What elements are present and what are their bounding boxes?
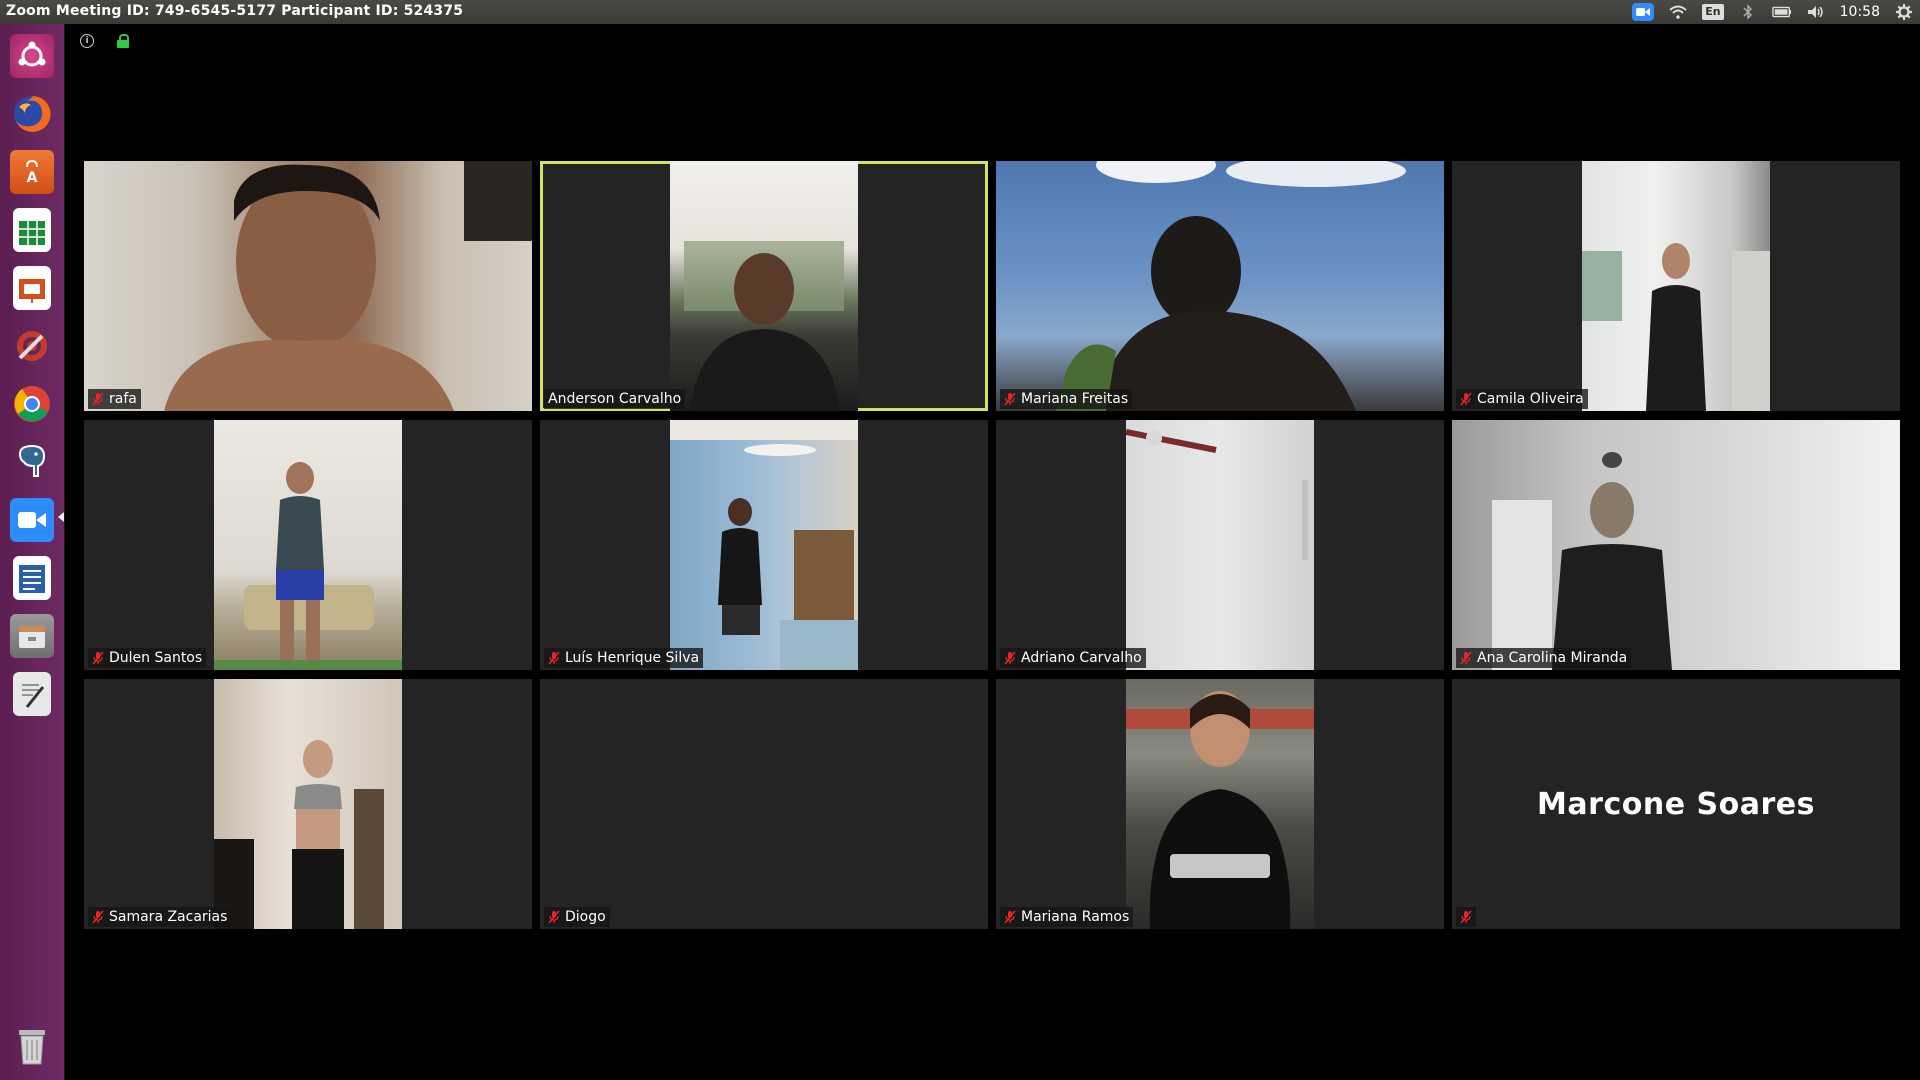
participant-video (1125, 420, 1314, 670)
files-icon[interactable] (6, 610, 58, 662)
top-panel: Zoom Meeting ID: 749-6545-5177 Participa… (0, 0, 1920, 24)
participant-name-tag: Mariana Freitas (1000, 389, 1133, 409)
calc-spreadsheet-icon[interactable] (6, 204, 58, 256)
muted-microphone-icon (1460, 392, 1472, 406)
meeting-info-icon[interactable]: i (80, 34, 94, 48)
gear-icon[interactable] (1894, 3, 1914, 21)
video-frame-ana-carolina (1492, 452, 1672, 670)
clock[interactable]: 10:58 (1840, 4, 1880, 20)
participant-tile-active-speaker[interactable]: Anderson Carvalho (540, 161, 988, 411)
participant-name-tag: Diogo (544, 907, 610, 927)
participant-name: Adriano Carvalho (1021, 650, 1142, 666)
muted-microphone-icon (1004, 910, 1016, 924)
unity-launcher: A (0, 24, 65, 1080)
battery-icon[interactable] (1771, 3, 1792, 21)
participant-name: Mariana Freitas (1021, 391, 1129, 407)
participant-video (214, 679, 402, 929)
gallery-view-grid: rafa Anderson Carvalho Mariana Freitas C… (84, 161, 1900, 929)
participant-name: Luís Henrique Silva (565, 650, 700, 666)
video-frame-mariana-freitas (1056, 161, 1406, 411)
video-frame-samara (214, 740, 384, 929)
participant-tile[interactable]: Samara Zacarias (84, 679, 532, 929)
muted-microphone-icon (92, 651, 104, 665)
participant-tile-video-off[interactable]: Marcone Soares (1452, 679, 1900, 929)
participant-name: Diogo (565, 909, 606, 925)
keyboard-layout-indicator[interactable]: En (1702, 4, 1724, 20)
participant-tile[interactable]: Diogo (540, 679, 988, 929)
ubuntu-dash-icon[interactable] (6, 30, 58, 82)
zoom-icon[interactable] (6, 494, 58, 546)
participant-name: Mariana Ramos (1021, 909, 1130, 925)
participant-name-tag: Samara Zacarias (88, 907, 232, 927)
text-editor-icon[interactable] (6, 668, 58, 720)
software-center-icon[interactable]: A (6, 146, 58, 198)
svg-text:A: A (27, 170, 38, 186)
meeting-info-bar: i (80, 34, 130, 48)
active-app-indicator (58, 512, 64, 522)
system-tray: En 10:58 (1632, 2, 1914, 22)
participant-video (670, 420, 858, 670)
participant-name: rafa (109, 391, 137, 407)
participant-name: Samara Zacarias (109, 909, 228, 925)
wifi-icon[interactable] (1668, 3, 1688, 21)
participant-name-tag: Camila Oliveira (1456, 389, 1588, 409)
participant-name-tag: Dulen Santos (88, 648, 207, 668)
participant-name-tag: rafa (88, 389, 141, 409)
participant-video (214, 420, 402, 670)
writer-document-icon[interactable] (6, 552, 58, 604)
system-settings-icon[interactable] (6, 320, 58, 372)
video-frame-anderson (684, 241, 844, 411)
muted-microphone-icon (92, 910, 104, 924)
participant-tile[interactable]: Camila Oliveira (1452, 161, 1900, 411)
muted-microphone-icon (1460, 910, 1472, 924)
participant-name-tag: Anderson Carvalho (544, 389, 686, 409)
impress-presentation-icon[interactable] (6, 262, 58, 314)
trash-icon[interactable] (6, 1020, 58, 1072)
video-frame-rafa (164, 161, 532, 411)
participant-display-name: Marcone Soares (1537, 786, 1815, 822)
participant-name: Dulen Santos (109, 650, 203, 666)
participant-tile[interactable]: Luís Henrique Silva (540, 420, 988, 670)
encryption-lock-icon[interactable] (116, 34, 130, 48)
muted-microphone-icon (92, 392, 104, 406)
participant-name: Ana Carolina Miranda (1477, 650, 1628, 666)
participant-name-tag: Adriano Carvalho (1000, 648, 1146, 668)
participant-name: Anderson Carvalho (548, 391, 682, 407)
participant-name-tag: Mariana Ramos (1000, 907, 1134, 927)
participant-name: Camila Oliveira (1477, 391, 1584, 407)
participant-tile[interactable]: Adriano Carvalho (996, 420, 1444, 670)
participant-tile[interactable]: Ana Carolina Miranda (1452, 420, 1900, 670)
video-frame-camila (1582, 243, 1770, 411)
zoom-tray-icon[interactable] (1632, 3, 1655, 21)
muted-microphone-icon (548, 910, 560, 924)
participant-name-tag: Ana Carolina Miranda (1456, 648, 1632, 668)
participant-video (1126, 679, 1314, 929)
volume-icon[interactable] (1806, 3, 1826, 21)
participant-name-tag (1456, 907, 1476, 927)
video-frame-dulen (214, 462, 402, 670)
muted-microphone-icon (1004, 651, 1016, 665)
muted-microphone-icon (548, 651, 560, 665)
participant-video (84, 161, 532, 411)
participant-tile[interactable]: rafa (84, 161, 532, 411)
participant-video (996, 161, 1444, 411)
video-frame-adriano (1125, 429, 1308, 560)
participant-name-tag: Luís Henrique Silva (544, 648, 704, 668)
window-title: Zoom Meeting ID: 749-6545-5177 Participa… (6, 3, 464, 19)
participant-tile[interactable]: Mariana Ramos (996, 679, 1444, 929)
chrome-icon[interactable] (6, 378, 58, 430)
video-frame-luis (670, 420, 858, 670)
muted-microphone-icon (1460, 651, 1472, 665)
video-frame-mariana-ramos (1126, 691, 1314, 929)
participant-video (1582, 161, 1770, 411)
firefox-icon[interactable] (6, 88, 58, 140)
participant-tile[interactable]: Dulen Santos (84, 420, 532, 670)
muted-microphone-icon (1004, 392, 1016, 406)
bluetooth-icon[interactable] (1738, 3, 1758, 21)
participant-video (670, 161, 858, 411)
postgres-elephant-icon[interactable] (6, 436, 58, 488)
participant-tile[interactable]: Mariana Freitas (996, 161, 1444, 411)
participant-video (1452, 420, 1900, 670)
